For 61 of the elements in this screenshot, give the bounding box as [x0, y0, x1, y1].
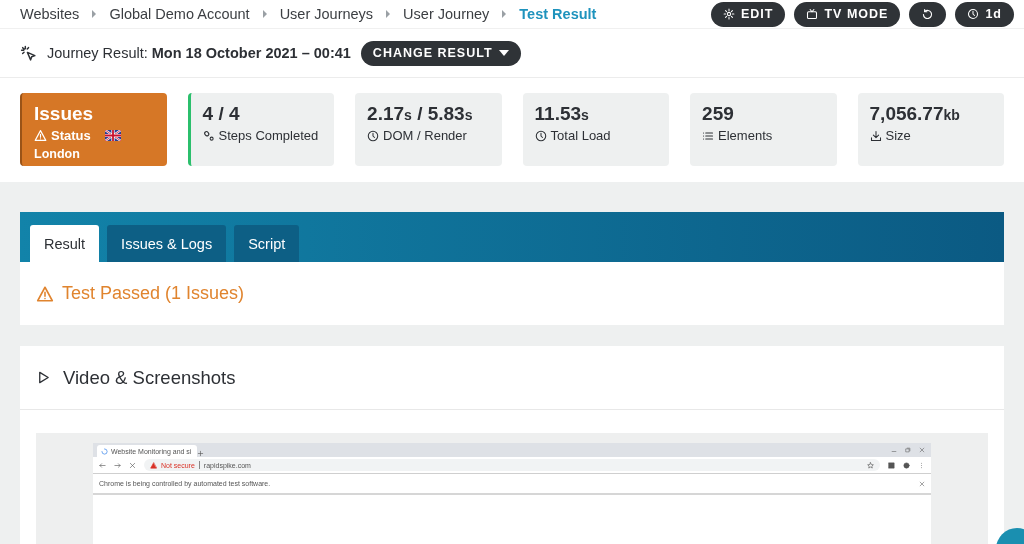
tab[interactable]: Result: [30, 225, 100, 262]
refresh-icon: [921, 7, 935, 21]
stat-value: 259: [702, 103, 735, 125]
clock-icon: [967, 8, 980, 20]
caret-icon: [386, 10, 391, 18]
tab[interactable]: Issues & Logs: [107, 225, 227, 262]
breadcrumb-link[interactable]: Websites: [20, 6, 80, 22]
close-icon: [129, 461, 136, 469]
plus-icon: [197, 450, 204, 457]
result-text: Test Passed (1 Issues): [62, 283, 245, 304]
stat-label: Size: [885, 128, 911, 143]
list-icon: [702, 129, 715, 142]
caret-icon: [498, 50, 509, 56]
more-icon: [918, 461, 925, 469]
stat-value: 4 / 4: [202, 103, 241, 125]
stat-value: 7,056.77kb: [869, 103, 961, 125]
play-icon: [36, 370, 51, 385]
breadcrumb-link[interactable]: User Journeys: [279, 6, 374, 22]
tv-icon: [806, 8, 819, 20]
breadcrumb-link[interactable]: User Journey: [403, 6, 490, 22]
warning-icon: [36, 284, 54, 303]
stat-label: Total Load: [550, 128, 611, 143]
download-icon: [869, 129, 882, 142]
caret-icon: [262, 10, 267, 18]
steps-icon: [202, 129, 215, 142]
stat-value: 11.53s: [534, 103, 590, 125]
flag-icon: [104, 130, 121, 141]
stat-label: Steps Completed: [218, 128, 319, 143]
close-icon: [919, 480, 925, 487]
warning-icon: [150, 461, 157, 469]
extension-icon: [888, 461, 895, 469]
close-icon: [919, 447, 925, 453]
star-icon: [867, 461, 874, 469]
toolbar-button[interactable]: EDIT: [710, 1, 786, 27]
breadcrumb-link[interactable]: Test Result: [519, 6, 597, 22]
stat-value: Issues: [34, 103, 95, 125]
spinner-icon: [101, 447, 108, 455]
clock-icon: [367, 129, 380, 142]
clock-icon: [534, 129, 547, 142]
toolbar-button[interactable]: TV MODE: [794, 1, 901, 27]
section-title: Video & Screenshots: [63, 366, 236, 389]
stat-value: 2.17s / 5.83s: [367, 103, 474, 125]
caret-icon: [502, 10, 507, 18]
location-label: London: [34, 147, 81, 161]
account-icon: [903, 461, 910, 469]
change-result-button[interactable]: CHANGE RESULT: [360, 40, 521, 66]
cursor-click-icon: [20, 44, 37, 62]
breadcrumb-link[interactable]: Global Demo Account: [109, 6, 250, 22]
refresh-button[interactable]: [909, 1, 947, 27]
back-arrow-icon: [99, 461, 106, 469]
stat-label: Status: [51, 128, 91, 143]
stat-label: Elements: [718, 128, 773, 143]
caret-icon: [92, 10, 97, 18]
journey-result-text: Journey Result: Mon 18 October 2021 – 00:41: [47, 45, 351, 61]
warning-icon: [34, 129, 47, 142]
toolbar-button[interactable]: 1d: [955, 1, 1014, 27]
forward-arrow-icon: [114, 461, 121, 469]
restore-icon: [905, 447, 911, 453]
settings-icon: [722, 8, 735, 20]
tab[interactable]: Script: [234, 225, 300, 262]
stat-label: DOM / Render: [383, 128, 467, 143]
